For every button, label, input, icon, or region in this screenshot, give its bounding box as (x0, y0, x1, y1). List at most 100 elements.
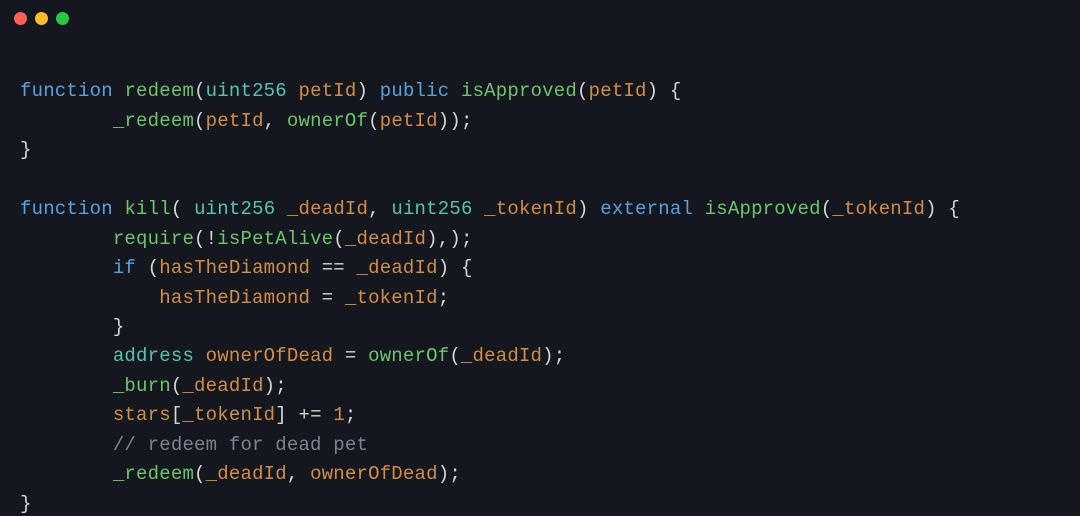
paren-close: ) (438, 110, 450, 132)
indent (20, 316, 113, 338)
type-uint256: uint256 (206, 80, 287, 102)
op-plus-assign: += (287, 404, 333, 426)
indent (20, 287, 159, 309)
semicolon: ; (345, 404, 357, 426)
bracket-close: ] (275, 404, 287, 426)
paren-close: ) (426, 228, 438, 250)
modifier-isApproved: isApproved (461, 80, 577, 102)
paren-close: ); (542, 345, 565, 367)
keyword-function: function (20, 198, 113, 220)
code-line: } (20, 139, 32, 161)
indent (20, 257, 113, 279)
var-deadId: _deadId (357, 257, 438, 279)
paren-open: ( (821, 198, 833, 220)
type-uint256: uint256 (391, 198, 472, 220)
arg-deadId: _deadId (182, 375, 263, 397)
fn-kill: kill (124, 198, 170, 220)
zoom-icon[interactable] (56, 12, 69, 25)
keyword-external: external (600, 198, 693, 220)
arg-ownerOfDead: ownerOfDead (310, 463, 438, 485)
brace-close: } (20, 493, 32, 515)
var-tokenId: _tokenId (345, 287, 438, 309)
paren-close: ,); (438, 228, 473, 250)
window-titlebar (0, 0, 1080, 36)
type-uint256: uint256 (194, 198, 275, 220)
brace-open: { (670, 80, 682, 102)
paren-open: ( (194, 110, 206, 132)
comment: // redeem for dead pet (113, 434, 368, 456)
paren-close: ) (647, 80, 659, 102)
keyword-public: public (380, 80, 450, 102)
brace-close: } (113, 316, 125, 338)
code-line: } (20, 493, 32, 515)
paren-close: ) (357, 80, 369, 102)
param-petId: petId (299, 80, 357, 102)
arg-petId: petId (206, 110, 264, 132)
paren-close: ); (438, 463, 461, 485)
bracket-open: [ (171, 404, 183, 426)
var-hasTheDiamond: hasTheDiamond (159, 287, 310, 309)
paren-open: ( (194, 463, 206, 485)
paren-close: ) (925, 198, 937, 220)
arg-tokenId: _tokenId (832, 198, 925, 220)
arg-petId: petId (589, 80, 647, 102)
param-deadId: _deadId (287, 198, 368, 220)
paren-close: ) (577, 198, 589, 220)
paren-open: ( (171, 198, 194, 220)
modifier-isApproved: isApproved (705, 198, 821, 220)
literal-1: 1 (333, 404, 345, 426)
paren-open: ( (333, 228, 345, 250)
var-hasTheDiamond: hasTheDiamond (159, 257, 310, 279)
paren-open: ( (449, 345, 461, 367)
op-assign: = (333, 345, 368, 367)
comma: , (287, 463, 310, 485)
code-line: stars[_tokenId] += 1; (20, 404, 357, 426)
paren-open: ( (171, 375, 183, 397)
code-window: function redeem(uint256 petId) public is… (0, 0, 1080, 516)
code-line: function redeem(uint256 petId) public is… (20, 80, 681, 102)
var-ownerOfDead: ownerOfDead (206, 345, 334, 367)
idx-tokenId: _tokenId (182, 404, 275, 426)
paren-close: ); (449, 110, 472, 132)
close-icon[interactable] (14, 12, 27, 25)
keyword-if: if (113, 257, 136, 279)
semicolon: ; (438, 287, 450, 309)
code-line: // redeem for dead pet (20, 434, 368, 456)
indent (20, 228, 113, 250)
paren-open: ( (194, 80, 206, 102)
code-line: function kill( uint256 _deadId, uint256 … (20, 198, 960, 220)
brace-close: } (20, 139, 32, 161)
paren-open-not: (! (194, 228, 217, 250)
fn-require: require (113, 228, 194, 250)
comma: , (264, 110, 287, 132)
arg-deadId: _deadId (345, 228, 426, 250)
fn-_burn: _burn (113, 375, 171, 397)
code-line: _redeem(petId, ownerOf(petId)); (20, 110, 473, 132)
fn-redeem: redeem (124, 80, 194, 102)
comma: , (368, 198, 391, 220)
arg-deadId: _deadId (206, 463, 287, 485)
code-line: _burn(_deadId); (20, 375, 287, 397)
keyword-function: function (20, 80, 113, 102)
code-line: address ownerOfDead = ownerOf(_deadId); (20, 345, 565, 367)
indent (20, 434, 113, 456)
indent (20, 110, 113, 132)
op-eq: == (310, 257, 356, 279)
indent (20, 345, 113, 367)
code-line: require(!isPetAlive(_deadId),); (20, 228, 473, 250)
fn-ownerOf: ownerOf (287, 110, 368, 132)
fn-_redeem: _redeem (113, 110, 194, 132)
code-block: function redeem(uint256 petId) public is… (0, 36, 1080, 516)
var-stars: stars (113, 404, 171, 426)
indent (20, 463, 113, 485)
paren-close-brace: ) { (438, 257, 473, 279)
code-line: if (hasTheDiamond == _deadId) { (20, 257, 473, 279)
brace-open: { (948, 198, 960, 220)
minimize-icon[interactable] (35, 12, 48, 25)
op-assign: = (310, 287, 345, 309)
arg-deadId: _deadId (461, 345, 542, 367)
paren-open: ( (577, 80, 589, 102)
param-tokenId: _tokenId (484, 198, 577, 220)
type-address: address (113, 345, 194, 367)
fn-ownerOf: ownerOf (368, 345, 449, 367)
